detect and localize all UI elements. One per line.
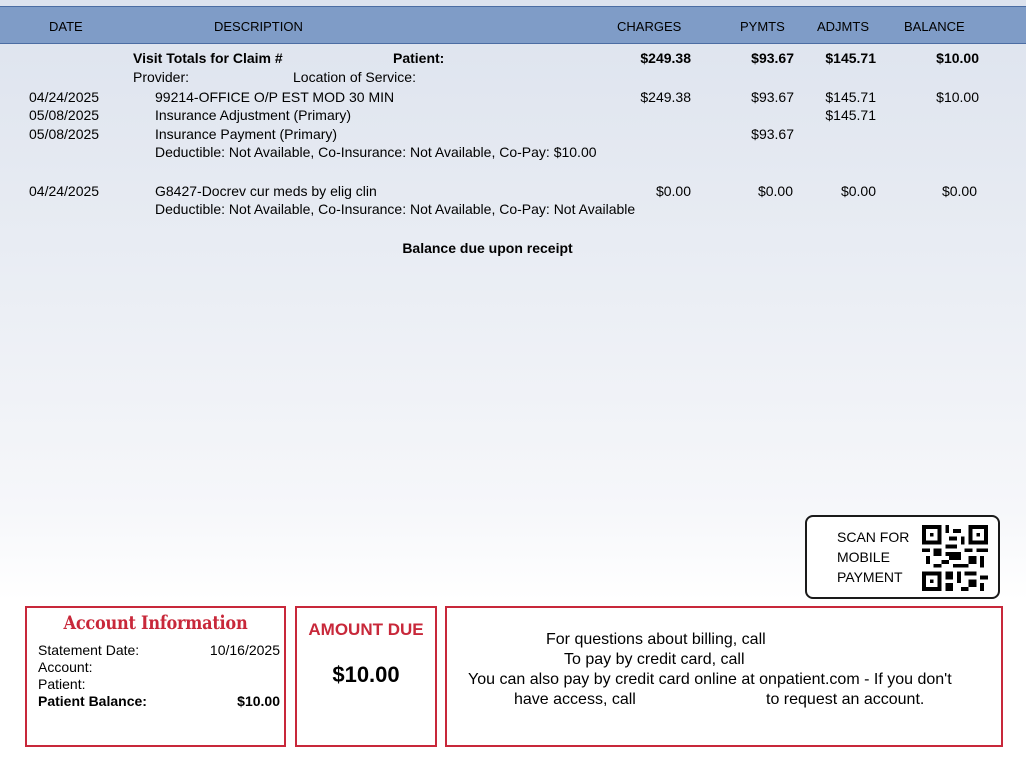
line-description: Deductible: Not Available, Co-Insurance:…	[155, 201, 636, 217]
line-date: 04/24/2025	[29, 89, 100, 105]
scan-for-mobile-payment[interactable]: SCAN FOR MOBILE PAYMENT	[805, 515, 1000, 599]
col-pymts: PYMTS	[740, 19, 785, 34]
line-pymts: $93.67	[751, 89, 794, 105]
amount-due-title: AMOUNT DUE	[308, 620, 424, 639]
account-information-box: Account Information Statement Date: 10/1…	[25, 606, 286, 747]
col-charges: CHARGES	[617, 19, 682, 34]
column-header-bar: DATE DESCRIPTION CHARGES PYMTS ADJMTS BA…	[0, 6, 1026, 44]
amount-due-value: $10.00	[332, 662, 400, 687]
qr-line-3: PAYMENT	[837, 569, 903, 585]
line-balance: $0.00	[941, 183, 977, 199]
col-description: DESCRIPTION	[214, 19, 303, 34]
claim-label: Visit Totals for Claim #	[133, 50, 283, 66]
qr-line-1: SCAN FOR	[837, 529, 910, 545]
line-adjmts: $145.71	[825, 89, 876, 105]
line-description: G8427-Docrev cur meds by elig clin	[155, 183, 377, 199]
account-label: Account:	[38, 659, 93, 675]
line-date: 05/08/2025	[29, 107, 100, 123]
line-description: Insurance Payment (Primary)	[155, 126, 338, 142]
provider-label: Provider:	[133, 69, 190, 85]
line-pymts: $0.00	[757, 183, 793, 199]
visit-adjmts: $145.71	[825, 50, 876, 66]
col-date: DATE	[49, 19, 83, 34]
col-adjmts: ADJMTS	[817, 19, 869, 34]
visit-balance: $10.00	[936, 50, 979, 66]
patient-balance-label: Patient Balance:	[38, 693, 147, 709]
amount-due-box: AMOUNT DUE $10.00	[295, 606, 437, 747]
line-description: 99214-OFFICE O/P EST MOD 30 MIN	[155, 89, 395, 105]
line-description: Insurance Adjustment (Primary)	[155, 107, 352, 123]
visit-pymts: $93.67	[751, 50, 794, 66]
patient-balance-value: $10.00	[237, 693, 280, 709]
line-pymts: $93.67	[751, 126, 794, 142]
credit-card-phone-text: To pay by credit card, call	[564, 651, 745, 668]
balance-note: Balance due upon receipt	[402, 240, 573, 256]
location-label: Location of Service:	[293, 69, 416, 85]
visit-charges: $249.38	[640, 50, 691, 66]
qr-code-icon[interactable]	[921, 525, 989, 591]
visit-patient-label: Patient:	[393, 50, 445, 66]
line-charges: $249.38	[640, 89, 691, 105]
request-account-text: to request an account.	[766, 691, 925, 708]
patient-label: Patient:	[38, 676, 86, 692]
qr-line-2: MOBILE	[837, 549, 890, 565]
line-description: Deductible: Not Available, Co-Insurance:…	[155, 144, 597, 160]
statement-date-label: Statement Date:	[38, 642, 140, 658]
statement-date-value: 10/16/2025	[209, 642, 280, 658]
col-balance: BALANCE	[904, 19, 965, 34]
line-date: 04/24/2025	[29, 183, 100, 199]
access-call-text: have access, call	[514, 691, 636, 708]
line-adjmts: $0.00	[840, 183, 876, 199]
billing-questions-text: For questions about billing, call	[546, 631, 766, 648]
line-adjmts: $145.71	[825, 107, 876, 123]
line-balance: $10.00	[936, 89, 979, 105]
billing-message-box: For questions about billing, call To pay…	[445, 606, 1003, 747]
online-payment-text: You can also pay by credit card online a…	[468, 671, 952, 688]
line-date: 05/08/2025	[29, 126, 100, 142]
line-charges: $0.00	[655, 183, 691, 199]
account-information-title: Account Information	[63, 612, 248, 634]
